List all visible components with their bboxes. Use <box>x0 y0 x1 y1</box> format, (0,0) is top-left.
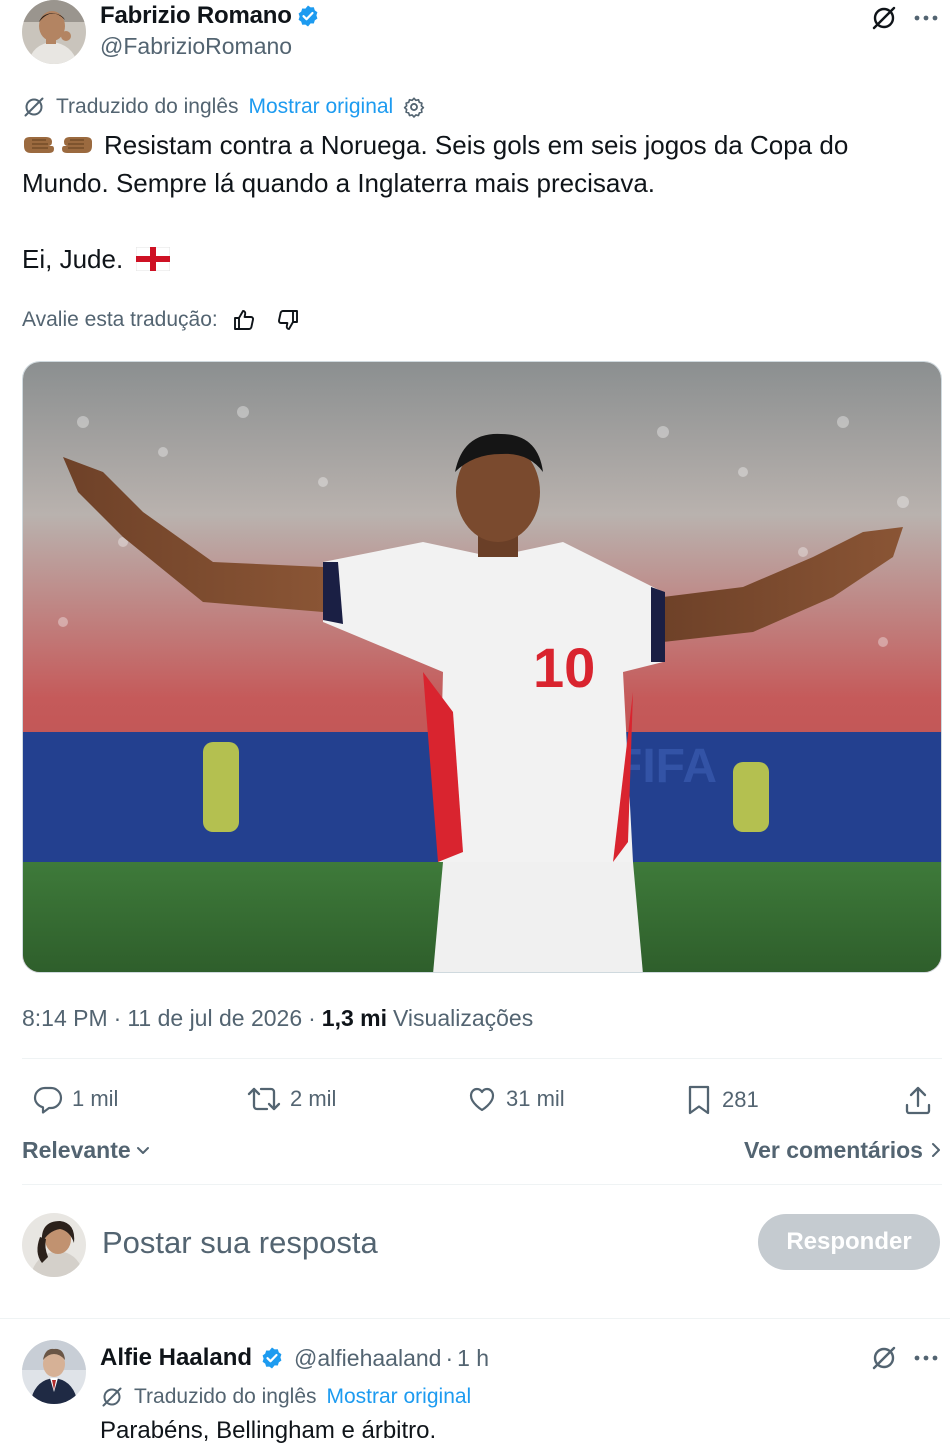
reply-verified-badge-icon <box>260 1346 284 1370</box>
fist-bump-emoji-icon <box>22 132 94 158</box>
bookmark-icon <box>684 1083 714 1117</box>
reply-button[interactable]: Responder <box>758 1214 940 1270</box>
share-icon[interactable] <box>900 1083 936 1117</box>
chevron-right-icon <box>929 1141 943 1159</box>
translated-from-label: Traduzido do inglês <box>56 95 239 118</box>
sort-label: Relevante <box>22 1136 131 1163</box>
reply-meta-separator: · <box>445 1344 454 1371</box>
tweet-text: Resistam contra a Noruega. Seis gols em … <box>22 126 922 278</box>
reply-translated-from-label: Traduzido do inglês <box>134 1385 317 1408</box>
translate-toggle-icon[interactable] <box>868 2 900 34</box>
thumbs-down-icon[interactable] <box>276 308 300 332</box>
reply-count: 1 mil <box>72 1086 119 1111</box>
show-original-link[interactable]: Mostrar original <box>249 95 394 119</box>
reply-more-options-icon[interactable] <box>910 1342 942 1374</box>
rate-translation-label: Avalie esta tradução: <box>22 308 218 331</box>
jersey-number: 10 <box>533 636 595 699</box>
reply-show-original-link[interactable]: Mostrar original <box>327 1385 472 1409</box>
retweet-action[interactable]: 2 mil <box>246 1083 336 1115</box>
author-handle[interactable]: @FabrizioRomano <box>100 33 292 60</box>
my-avatar[interactable] <box>22 1213 86 1277</box>
more-options-icon[interactable] <box>910 2 942 34</box>
tweet-text-line-1: Resistam contra a Noruega. Seis gols em … <box>22 130 849 198</box>
divider-top <box>22 1058 942 1059</box>
reply-translate-icon <box>100 1385 124 1409</box>
retweet-icon <box>246 1083 282 1115</box>
reply-author-name[interactable]: Alfie Haaland <box>100 1344 252 1372</box>
reply-input[interactable]: Postar sua resposta <box>102 1225 378 1261</box>
reply-translate-toggle-icon[interactable] <box>868 1342 900 1374</box>
view-comments-link[interactable]: Ver comentários <box>744 1135 943 1165</box>
author-name[interactable]: Fabrizio Romano <box>100 2 292 30</box>
divider-middle <box>22 1184 942 1185</box>
author-avatar[interactable] <box>22 0 86 64</box>
reply-action[interactable]: 1 mil <box>32 1083 118 1115</box>
chevron-down-icon <box>135 1142 151 1158</box>
tweet-photo[interactable]: FIFA 10 <box>22 361 942 973</box>
tweet-time[interactable]: 8:14 PM <box>22 1005 108 1032</box>
england-flag-icon <box>136 247 171 271</box>
reply-icon <box>32 1083 64 1115</box>
views-count: 1,3 mi <box>321 1004 387 1031</box>
translation-settings-icon[interactable] <box>403 96 425 118</box>
retweet-count: 2 mil <box>290 1086 337 1111</box>
sort-dropdown[interactable]: Relevante <box>22 1135 151 1165</box>
bookmark-count: 281 <box>722 1087 759 1112</box>
meta-separator-2: · <box>308 1004 316 1031</box>
divider-bottom <box>0 1318 950 1319</box>
views-label: Visualizações <box>393 1004 534 1031</box>
bookmark-action[interactable]: 281 <box>684 1083 759 1117</box>
reply-author-handle[interactable]: @alfiehaaland <box>294 1345 441 1372</box>
verified-badge-icon <box>296 4 320 28</box>
heart-icon <box>466 1083 498 1115</box>
tweet-text-line-2: Ei, Jude. <box>22 244 124 274</box>
tweet-date[interactable]: 11 de jul de 2026 <box>127 1005 302 1032</box>
like-count: 31 mil <box>506 1086 565 1111</box>
translate-icon <box>22 95 46 119</box>
reply-text: Parabéns, Bellingham e árbitro. <box>100 1417 437 1444</box>
like-action[interactable]: 31 mil <box>466 1083 565 1115</box>
reply-time[interactable]: 1 h <box>457 1345 489 1372</box>
view-comments-label: Ver comentários <box>744 1136 923 1163</box>
thumbs-up-icon[interactable] <box>232 308 256 332</box>
reply-author-avatar[interactable] <box>22 1340 86 1404</box>
meta-separator: · <box>113 1004 122 1031</box>
